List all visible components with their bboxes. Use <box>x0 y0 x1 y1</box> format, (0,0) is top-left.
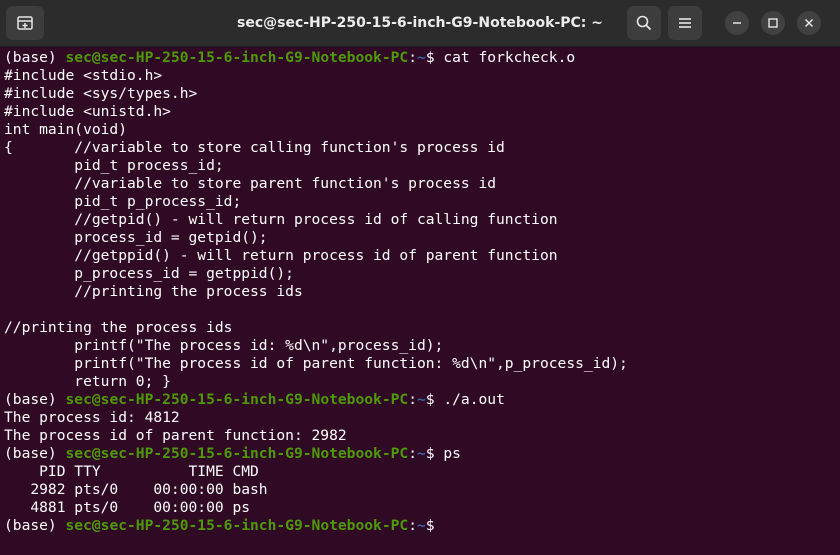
prompt-colon: : <box>408 49 417 66</box>
close-icon <box>804 18 814 28</box>
close-button[interactable] <box>797 11 821 35</box>
prompt-command: ./a.out <box>443 391 505 408</box>
prompt-dir: ~ <box>416 391 426 408</box>
prompt-colon: : <box>408 517 417 534</box>
prompt-env: (base) <box>4 445 66 462</box>
prompt-env: (base) <box>4 49 66 66</box>
prompt-user-host: sec@sec-HP-250-15-6-inch-G9-Notebook-PC <box>65 391 409 408</box>
output-line: printf("The process id of parent functio… <box>4 355 628 372</box>
prompt-dir: ~ <box>416 517 426 534</box>
prompt-command: cat forkcheck.o <box>443 49 576 66</box>
prompt-symbol: $ <box>425 391 444 408</box>
prompt-symbol: $ <box>425 517 444 534</box>
search-icon <box>636 15 652 31</box>
output-line: p_process_id = getppid(); <box>4 265 294 282</box>
output-line: int main(void) <box>4 121 128 138</box>
prompt-symbol: $ <box>425 49 444 66</box>
prompt-line: (base) sec@sec-HP-250-15-6-inch-G9-Noteb… <box>4 49 838 67</box>
menu-button[interactable] <box>668 6 702 40</box>
prompt-user-host: sec@sec-HP-250-15-6-inch-G9-Notebook-PC <box>65 49 409 66</box>
maximize-icon <box>768 18 778 28</box>
prompt-dir: ~ <box>416 49 426 66</box>
terminal-output[interactable]: (base) sec@sec-HP-250-15-6-inch-G9-Noteb… <box>4 49 838 535</box>
maximize-button[interactable] <box>761 11 785 35</box>
output-line: #include <unistd.h> <box>4 103 171 120</box>
title-bar: sec@sec-HP-250-15-6-inch-G9-Notebook-PC:… <box>0 0 840 47</box>
prompt-symbol: $ <box>425 445 444 462</box>
prompt-dir: ~ <box>416 445 426 462</box>
window-title: sec@sec-HP-250-15-6-inch-G9-Notebook-PC:… <box>236 15 603 31</box>
output-line: The process id: 4812 <box>4 409 180 426</box>
output-line: //getppid() - will return process id of … <box>4 247 558 264</box>
output-line: //getpid() - will return process id of c… <box>4 211 558 228</box>
output-line: 4881 pts/0 00:00:00 ps <box>4 499 251 516</box>
output-line: PID TTY TIME CMD <box>4 463 259 480</box>
search-button[interactable] <box>627 6 661 40</box>
output-line: //printing the process ids <box>4 319 233 336</box>
output-line: pid_t process_id; <box>4 157 224 174</box>
new-tab-icon <box>17 16 33 30</box>
prompt-line: (base) sec@sec-HP-250-15-6-inch-G9-Noteb… <box>4 391 838 409</box>
output-line: 2982 pts/0 00:00:00 bash <box>4 481 268 498</box>
output-line: process_id = getpid(); <box>4 229 268 246</box>
prompt-command: ps <box>443 445 461 462</box>
output-line: { //variable to store calling function's… <box>4 139 505 156</box>
output-line: #include <sys/types.h> <box>4 85 198 102</box>
output-line: pid_t p_process_id; <box>4 193 242 210</box>
prompt-env: (base) <box>4 391 66 408</box>
output-line: #include <stdio.h> <box>4 67 163 84</box>
prompt-line: (base) sec@sec-HP-250-15-6-inch-G9-Noteb… <box>4 517 838 535</box>
output-line: //printing the process ids <box>4 283 303 300</box>
new-tab-button[interactable] <box>6 6 44 40</box>
prompt-user-host: sec@sec-HP-250-15-6-inch-G9-Notebook-PC <box>65 517 409 534</box>
terminal-window: sec@sec-HP-250-15-6-inch-G9-Notebook-PC:… <box>0 0 840 555</box>
minimize-icon <box>732 18 742 28</box>
prompt-user-host: sec@sec-HP-250-15-6-inch-G9-Notebook-PC <box>65 445 409 462</box>
prompt-line: (base) sec@sec-HP-250-15-6-inch-G9-Noteb… <box>4 445 838 463</box>
prompt-colon: : <box>408 391 417 408</box>
prompt-env: (base) <box>4 517 66 534</box>
minimize-button[interactable] <box>725 11 749 35</box>
prompt-colon: : <box>408 445 417 462</box>
output-line: printf("The process id: %d\n",process_id… <box>4 337 444 354</box>
output-line: return 0; } <box>4 373 171 390</box>
hamburger-menu-icon <box>678 17 692 29</box>
output-line: The process id of parent function: 2982 <box>4 427 347 444</box>
output-line: //variable to store parent function's pr… <box>4 175 497 192</box>
